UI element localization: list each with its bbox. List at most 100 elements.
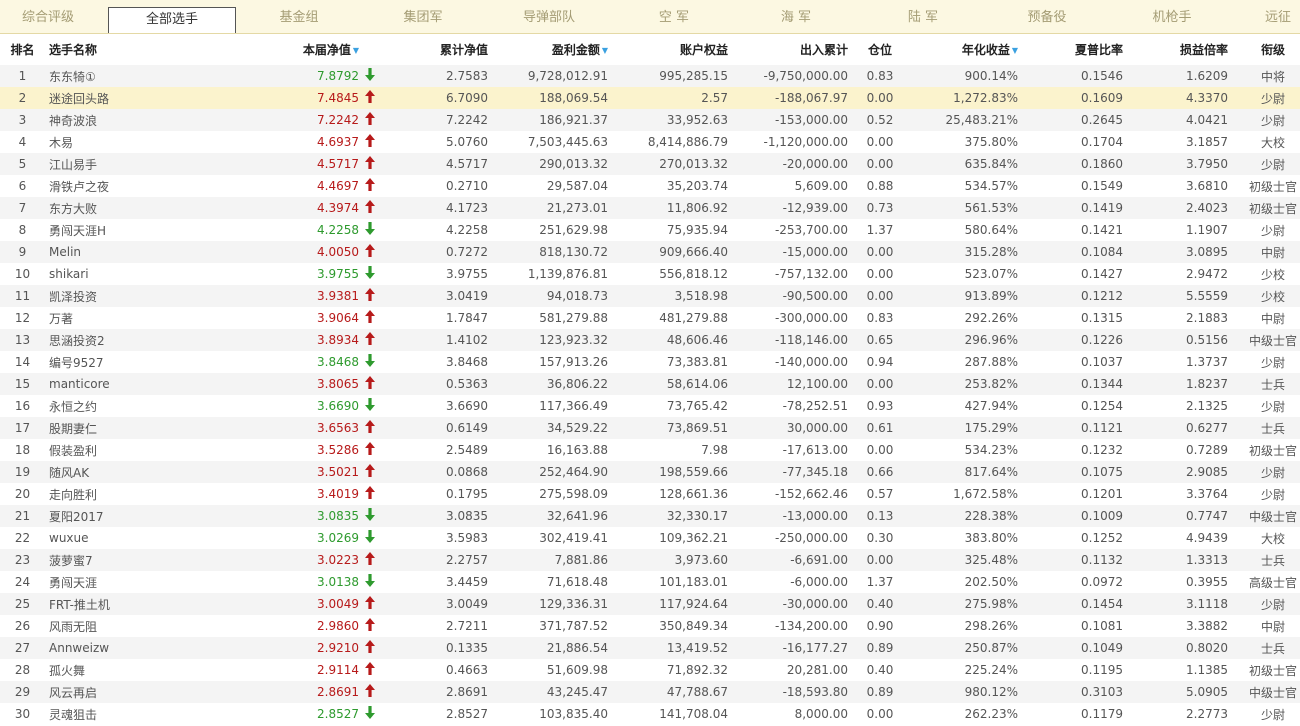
header-nav[interactable]: 本届净值 ▼ [255, 34, 380, 65]
tab-5[interactable]: 空 军 [614, 0, 734, 32]
table-row[interactable]: 5 江山易手 4.5717 4.5717 290,013.32 270,013.32 -20… [0, 153, 1300, 175]
player-name[interactable]: 灵魂狙击 [45, 703, 255, 725]
tab-1[interactable]: 全部选手 [108, 7, 236, 33]
player-name[interactable]: 勇闯天涯H [45, 219, 255, 241]
player-name[interactable]: 思涵投资2 [45, 329, 255, 351]
table-row[interactable]: 4 木易 4.6937 5.0760 7,503,445.63 8,414,886.79 -… [0, 131, 1300, 153]
profit-amount-text: 188,069.54 [539, 91, 608, 105]
table-row[interactable]: 7 东方大败 4.3974 4.1723 21,273.01 11,806.92 -12,9… [0, 197, 1300, 219]
table-row[interactable]: 21 夏阳2017 3.0835 3.0835 32,641.96 32,330.17 -1… [0, 505, 1300, 527]
table-row[interactable]: 13 思涵投资2 3.8934 1.4102 123,923.32 48,606.46 -1… [0, 329, 1300, 351]
table-row[interactable]: 20 走向胜利 3.4019 0.1795 275,598.09 128,661.36 -1… [0, 483, 1300, 505]
header-annual-return[interactable]: 年化收益 ▼ [910, 34, 1020, 65]
header-pl-ratio[interactable]: 损益倍率 [1125, 34, 1230, 65]
tab-10[interactable]: 远征 [1238, 0, 1300, 32]
tab-4[interactable]: 导弹部队 [484, 0, 614, 32]
header-grade[interactable]: 衔级 [1230, 34, 1300, 65]
sort-arrow-icon[interactable]: ▼ [1012, 46, 1018, 55]
player-name[interactable]: 假装盈利 [45, 439, 255, 461]
player-name[interactable]: 风雨无阻 [45, 615, 255, 637]
tab-8[interactable]: 预备役 [988, 0, 1106, 32]
inflow-outflow: -6,691.00 [730, 549, 850, 571]
table-row[interactable]: 3 神奇波浪 7.2242 7.2242 186,921.37 33,952.63 -153… [0, 109, 1300, 131]
account-equity-text: 35,203.74 [666, 179, 728, 193]
tab-0[interactable]: 综合评级 [0, 0, 96, 32]
player-name[interactable]: 万著 [45, 307, 255, 329]
player-name[interactable]: 神奇波浪 [45, 109, 255, 131]
player-name[interactable]: FRT-推土机 [45, 593, 255, 615]
tab-6[interactable]: 海 军 [734, 0, 858, 32]
player-name[interactable]: 凯泽投资 [45, 285, 255, 307]
player-name[interactable]: 勇闯天涯 [45, 571, 255, 593]
player-name[interactable]: 东东犄① [45, 65, 255, 87]
player-name[interactable]: 夏阳2017 [45, 505, 255, 527]
rank-cell: 30 [0, 703, 45, 725]
tab-7[interactable]: 陆 军 [858, 0, 988, 32]
table-row[interactable]: 26 风雨无阻 2.9860 2.7211 371,787.52 350,849.34 -1… [0, 615, 1300, 637]
table-row[interactable]: 18 假装盈利 3.5286 2.5489 16,163.88 7.98 -17,613.0… [0, 439, 1300, 461]
player-name[interactable]: 随风AK [45, 461, 255, 483]
header-name[interactable]: 选手名称 [45, 34, 255, 65]
header-inflow[interactable]: 出入累计 [730, 34, 850, 65]
header-equity[interactable]: 账户权益 [610, 34, 730, 65]
table-row[interactable]: 22 wuxue 3.0269 3.5983 302,419.41 109,362.21 -… [0, 527, 1300, 549]
player-name[interactable]: 东方大败 [45, 197, 255, 219]
pl-ratio: 2.1325 [1125, 395, 1230, 417]
table-row[interactable]: 16 永恒之约 3.6690 3.6690 117,366.49 73,765.42 -78… [0, 395, 1300, 417]
player-name[interactable]: Annweizw [45, 637, 255, 659]
table-row[interactable]: 27 Annweizw 2.9210 0.1335 21,886.54 13,419.52… [0, 637, 1300, 659]
table-row[interactable]: 2 迷途回头路 7.4845 6.7090 188,069.54 2.57 -188,067… [0, 87, 1300, 109]
grade-text: 少校 [1260, 289, 1285, 304]
annual-return: 427.94% [910, 395, 1020, 417]
table-row[interactable]: 1 东东犄① 7.8792 2.7583 9,728,012.91 995,285.15 -… [0, 65, 1300, 87]
player-name[interactable]: 走向胜利 [45, 483, 255, 505]
player-name[interactable]: 股期妻仁 [45, 417, 255, 439]
player-name-text: 风雨无阻 [49, 619, 98, 634]
rank-cell: 13 [0, 329, 45, 351]
table-row[interactable]: 29 风云再启 2.8691 2.8691 43,245.47 47,788.67 -18,… [0, 681, 1300, 703]
player-name[interactable]: 江山易手 [45, 153, 255, 175]
table-row[interactable]: 12 万著 3.9064 1.7847 581,279.88 481,279.88 -300… [0, 307, 1300, 329]
tab-3[interactable]: 集团军 [362, 0, 484, 32]
table-row[interactable]: 10 shikari 3.9755 3.9755 1,139,876.81 556,818… [0, 263, 1300, 285]
player-name[interactable]: shikari [45, 263, 255, 285]
header-rank[interactable]: 排名 [0, 34, 45, 65]
player-name[interactable]: 永恒之约 [45, 395, 255, 417]
player-name[interactable]: 风云再启 [45, 681, 255, 703]
player-name[interactable]: 编号9527 [45, 351, 255, 373]
sharpe-ratio-text: 0.1075 [1081, 465, 1123, 479]
sort-arrow-icon[interactable]: ▼ [602, 46, 608, 55]
player-name[interactable]: 木易 [45, 131, 255, 153]
tab-2[interactable]: 基金组 [236, 0, 362, 32]
sort-arrow-icon[interactable]: ▼ [353, 46, 359, 55]
table-row[interactable]: 6 滑铁卢之夜 4.4697 0.2710 29,587.04 35,203.74 5,60… [0, 175, 1300, 197]
player-name[interactable]: Melin [45, 241, 255, 263]
table-row[interactable]: 15 manticore 3.8065 0.5363 36,806.22 58,614.0… [0, 373, 1300, 395]
cumulative-nav-text: 3.4459 [446, 575, 488, 589]
table-row[interactable]: 17 股期妻仁 3.6563 0.6149 34,529.22 73,869.51 30,0… [0, 417, 1300, 439]
player-name[interactable]: 孤火舞 [45, 659, 255, 681]
table-row[interactable]: 30 灵魂狙击 2.8527 2.8527 103,835.40 141,708.04 8,… [0, 703, 1300, 725]
player-name[interactable]: 迷途回头路 [45, 87, 255, 109]
table-row[interactable]: 14 编号9527 3.8468 3.8468 157,913.26 73,383.81 -… [0, 351, 1300, 373]
rank-cell: 9 [0, 241, 45, 263]
header-position[interactable]: 仓位 [850, 34, 910, 65]
player-name[interactable]: 菠萝蜜7 [45, 549, 255, 571]
table-row[interactable]: 19 随风AK 3.5021 0.0868 252,464.90 198,559.66 -7… [0, 461, 1300, 483]
header-profit[interactable]: 盈利金额 ▼ [490, 34, 610, 65]
tab-9[interactable]: 机枪手 [1106, 0, 1238, 32]
table-row[interactable]: 24 勇闯天涯 3.0138 3.4459 71,618.48 101,183.01 -6,… [0, 571, 1300, 593]
table-row[interactable]: 28 孤火舞 2.9114 0.4663 51,609.98 71,892.32 20,28… [0, 659, 1300, 681]
player-name[interactable]: wuxue [45, 527, 255, 549]
player-name[interactable]: manticore [45, 373, 255, 395]
table-row[interactable]: 11 凯泽投资 3.9381 3.0419 94,018.73 3,518.98 -90,5… [0, 285, 1300, 307]
pl-ratio-text: 1.6209 [1186, 69, 1228, 83]
position: 0.30 [850, 527, 910, 549]
header-cumulative-nav[interactable]: 累计净值 [380, 34, 490, 65]
table-row[interactable]: 8 勇闯天涯H 4.2258 4.2258 251,629.98 75,935.94 -25… [0, 219, 1300, 241]
table-row[interactable]: 25 FRT-推土机 3.0049 3.0049 129,336.31 117,924.6… [0, 593, 1300, 615]
table-row[interactable]: 23 菠萝蜜7 3.0223 2.2757 7,881.86 3,973.60 -6,691… [0, 549, 1300, 571]
table-row[interactable]: 9 Melin 4.0050 0.7272 818,130.72 909,666.40 -1… [0, 241, 1300, 263]
player-name[interactable]: 滑铁卢之夜 [45, 175, 255, 197]
header-sharpe[interactable]: 夏普比率 [1020, 34, 1125, 65]
